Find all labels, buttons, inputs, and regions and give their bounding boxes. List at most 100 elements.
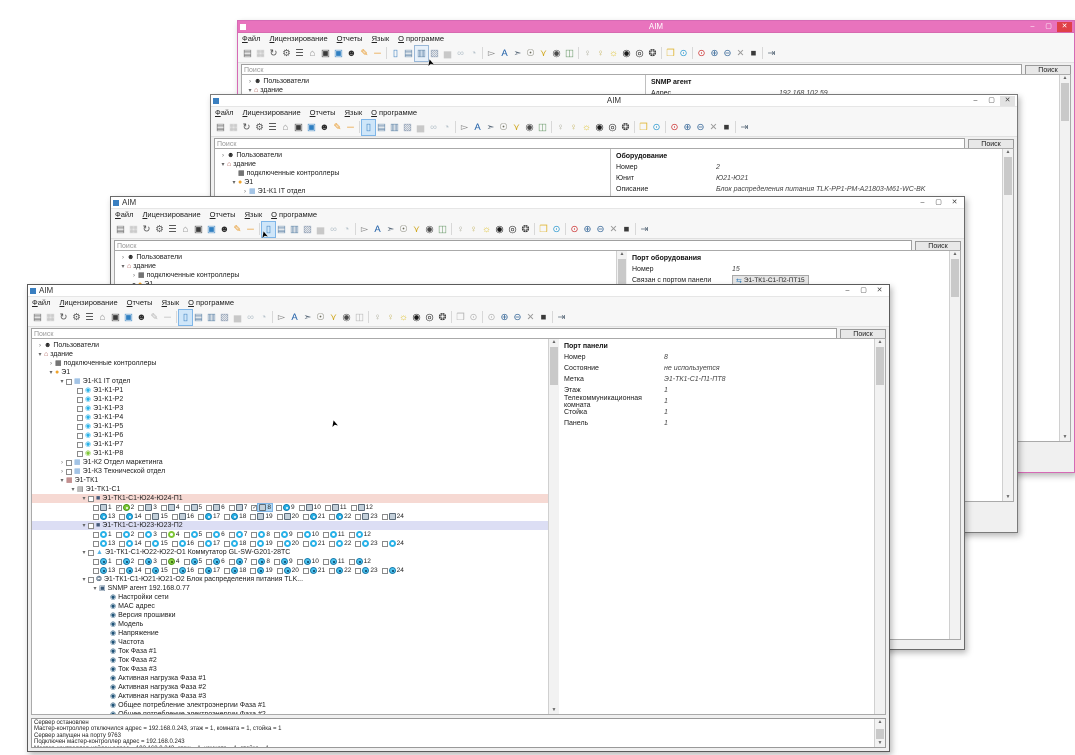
edit-pencil-icon[interactable]: ✎ xyxy=(331,120,344,135)
edit-pencil-icon[interactable]: ✎ xyxy=(231,222,244,237)
pointer-send-icon[interactable]: ➣ xyxy=(301,310,314,325)
menu-item[interactable]: Отчеты xyxy=(210,210,236,219)
menu-item[interactable]: Язык xyxy=(245,210,263,219)
font-icon[interactable]: A xyxy=(498,46,511,61)
user-icon[interactable]: ☻ xyxy=(218,222,231,237)
tree-row[interactable]: ▾▦Э1-К1 IT отдел xyxy=(32,377,548,386)
screen-blue-icon[interactable]: ▣ xyxy=(205,222,218,237)
menu-item[interactable]: О программе xyxy=(398,34,444,43)
port-cell[interactable]: 20 xyxy=(277,540,299,547)
port-cell[interactable]: 14 xyxy=(119,513,141,520)
clipboard-icon[interactable]: ▧ xyxy=(401,120,414,135)
port-cell[interactable]: 16 xyxy=(172,513,194,520)
scroll-up-icon[interactable]: ▲ xyxy=(1060,75,1070,82)
port-checkbox[interactable] xyxy=(138,532,144,538)
tree-row[interactable]: ◉Общее потребление электроэнергии Фаза #… xyxy=(32,710,548,714)
port-checkbox[interactable] xyxy=(198,514,204,520)
user-icon[interactable]: ☻ xyxy=(318,120,331,135)
globe-icon[interactable]: ☉ xyxy=(397,222,410,237)
info-circle-icon[interactable]: ◎ xyxy=(423,310,436,325)
port-checkbox[interactable] xyxy=(145,514,151,520)
refresh-icon[interactable]: ↻ xyxy=(140,222,153,237)
lamp2-icon[interactable]: ♀ xyxy=(594,46,607,61)
port-checkbox[interactable] xyxy=(323,559,329,565)
expander-icon[interactable]: ▾ xyxy=(80,576,88,583)
tree-row[interactable]: ▾▤Э1-ТК1-С1 xyxy=(32,485,548,494)
minimize-button[interactable]: – xyxy=(1025,22,1040,32)
tree-scrollbar[interactable]: ▲ ▼ xyxy=(548,339,559,714)
port-checkbox[interactable] xyxy=(251,559,257,565)
clock-icon[interactable]: ◔ xyxy=(257,310,270,325)
monitor-icon[interactable]: ▣ xyxy=(192,222,205,237)
server-list-icon[interactable]: ☰ xyxy=(83,310,96,325)
expander-icon[interactable]: ▾ xyxy=(58,378,66,385)
port-checkbox[interactable] xyxy=(93,532,99,538)
port-checkbox[interactable]: ✓ xyxy=(116,505,122,511)
expander-icon[interactable]: › xyxy=(219,153,227,159)
scroll-down-icon[interactable]: ▼ xyxy=(1060,434,1070,441)
user-icon[interactable]: ☻ xyxy=(135,310,148,325)
port-cell[interactable]: 5 xyxy=(184,558,203,565)
port-checkbox[interactable] xyxy=(276,505,282,511)
port-cell[interactable]: 3 xyxy=(138,558,157,565)
port-cell[interactable]: 22 xyxy=(329,513,351,520)
copy-report-icon[interactable]: ▥ xyxy=(288,222,301,237)
tree-row[interactable]: ▦подключенные контроллеры xyxy=(215,169,610,178)
close-button[interactable]: ✕ xyxy=(1000,96,1015,106)
scroll-up-icon[interactable]: ▲ xyxy=(617,251,627,258)
dark-square-icon[interactable]: ■ xyxy=(747,46,760,61)
maximize-button[interactable]: ▢ xyxy=(931,198,946,208)
pointer-send-icon[interactable]: ➣ xyxy=(511,46,524,61)
port-cell[interactable]: 16 xyxy=(172,540,194,547)
tree-row[interactable]: ›☻Пользователи xyxy=(32,341,548,350)
port-checkbox[interactable] xyxy=(382,541,388,547)
port-checkbox[interactable] xyxy=(224,568,230,574)
port-cell[interactable]: 9 xyxy=(274,531,293,538)
titlebar[interactable]: AIM – ▢ ✕ xyxy=(211,95,1017,107)
expander-icon[interactable]: › xyxy=(36,343,44,349)
expander-icon[interactable]: › xyxy=(58,460,66,466)
port-cell[interactable]: 6 xyxy=(206,504,225,511)
port-checkbox[interactable] xyxy=(277,514,283,520)
tree-row[interactable]: ▾❂Э1-ТК1-С1-Ю21-Ю21-О2 Блок распределени… xyxy=(32,575,548,584)
port-checkbox[interactable] xyxy=(172,568,178,574)
port-cell[interactable]: 1 xyxy=(93,558,112,565)
port-checkbox[interactable]: ✓ xyxy=(251,505,257,511)
titlebar[interactable]: AIM – ▢ ✕ xyxy=(238,21,1074,33)
menu-item[interactable]: Файл xyxy=(215,108,233,117)
tree-row[interactable]: ◉Модель xyxy=(32,620,548,629)
tree-row[interactable]: ◉Э1-К1-Р1 xyxy=(32,386,548,395)
port-checkbox[interactable] xyxy=(277,541,283,547)
tree-row[interactable]: ▾⌂здание xyxy=(115,262,616,271)
printer-icon[interactable]: ▤ xyxy=(114,222,127,237)
maximize-button[interactable]: ▢ xyxy=(984,96,999,106)
link-icon[interactable]: ∞ xyxy=(454,46,467,61)
tree-row[interactable]: ◉Э1-К1-Р3 xyxy=(32,404,548,413)
port-checkbox[interactable] xyxy=(274,532,280,538)
sun-icon[interactable]: ☼ xyxy=(607,46,620,61)
exit-icon[interactable]: ⇥ xyxy=(638,222,651,237)
expander-icon[interactable]: › xyxy=(130,273,138,279)
port-cell[interactable]: 22 xyxy=(329,567,351,574)
tree-row[interactable]: ◉Э1-К1-Р4 xyxy=(32,413,548,422)
network-nodes-icon[interactable]: ◫ xyxy=(563,46,576,61)
tree-row[interactable]: ›▦Э1-К3 Технической отдел xyxy=(32,467,548,476)
screen-blue-icon[interactable]: ▣ xyxy=(305,120,318,135)
port-checkbox[interactable] xyxy=(93,505,99,511)
menu-item[interactable]: Файл xyxy=(115,210,133,219)
port-checkbox[interactable] xyxy=(145,541,151,547)
port-cell[interactable]: 10 xyxy=(299,504,321,511)
link-icon[interactable]: ∞ xyxy=(244,310,257,325)
port-checkbox[interactable] xyxy=(93,568,99,574)
tree-row[interactable]: ◉Активная нагрузка Фаза #2 xyxy=(32,683,548,692)
port-checkbox[interactable] xyxy=(138,559,144,565)
port-cell[interactable]: 11 xyxy=(323,531,345,538)
tree-row[interactable]: ›▦подключенные контроллеры xyxy=(115,271,616,280)
sun-icon[interactable]: ☼ xyxy=(480,222,493,237)
menu-item[interactable]: Язык xyxy=(372,34,390,43)
tree-row[interactable]: ◉MAC адрес xyxy=(32,602,548,611)
clock-icon[interactable]: ◔ xyxy=(467,46,480,61)
printer-icon[interactable]: ▤ xyxy=(31,310,44,325)
tree-row[interactable]: ›▦Э1-К2 Отдел маркетинга xyxy=(32,458,548,467)
globe-icon[interactable]: ☉ xyxy=(524,46,537,61)
